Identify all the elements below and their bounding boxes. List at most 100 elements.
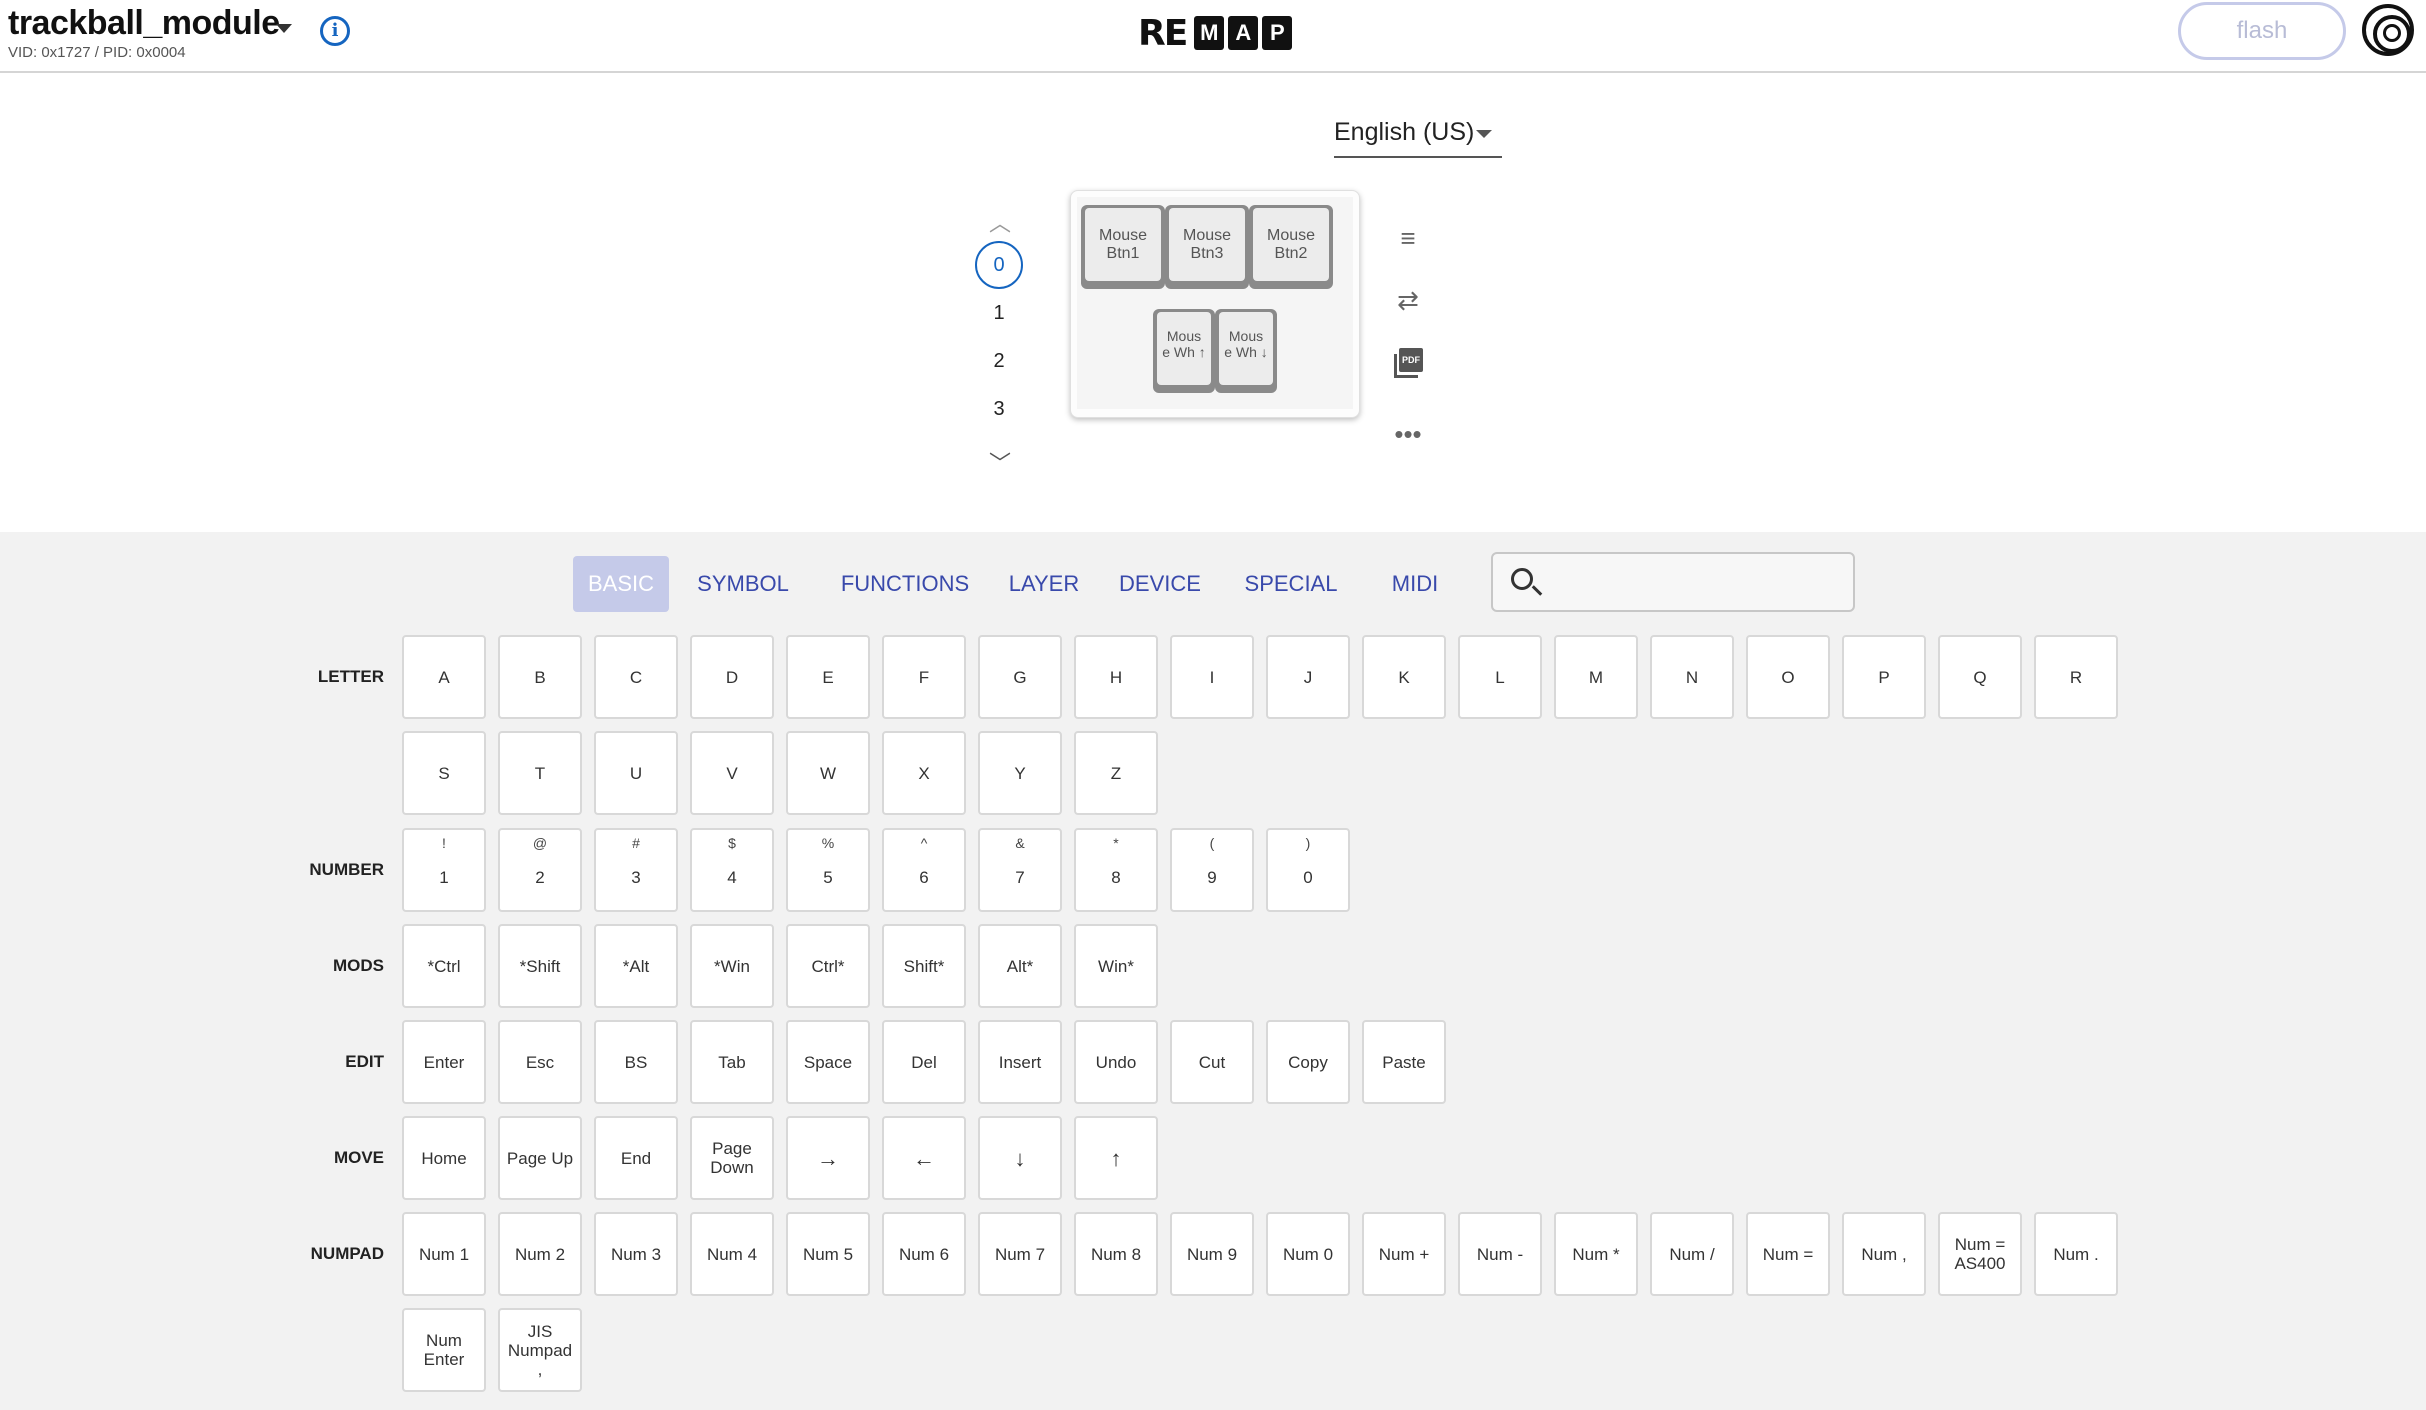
tab-functions[interactable]: FUNCTIONS xyxy=(837,556,973,612)
keyboard-dropdown-icon[interactable] xyxy=(276,24,292,33)
keycode-key[interactable]: *Ctrl xyxy=(402,924,486,1008)
keycode-key[interactable]: @2 xyxy=(498,828,582,912)
keycode-key[interactable]: Enter xyxy=(402,1020,486,1104)
keycode-key[interactable]: S xyxy=(402,731,486,815)
keycode-key[interactable]: W xyxy=(786,731,870,815)
keycode-key[interactable]: Num 0 xyxy=(1266,1212,1350,1296)
keymap-key-mouse-btn2[interactable]: Mouse Btn2 xyxy=(1249,205,1333,289)
tab-device[interactable]: DEVICE xyxy=(1113,556,1207,612)
keycode-key[interactable]: Alt* xyxy=(978,924,1062,1008)
keycode-key[interactable]: J xyxy=(1266,635,1350,719)
keycode-key[interactable]: *Shift xyxy=(498,924,582,1008)
keymap-key-mouse-btn1[interactable]: Mouse Btn1 xyxy=(1081,205,1165,289)
keycode-key[interactable]: M xyxy=(1554,635,1638,719)
keycode-key[interactable]: Num 8 xyxy=(1074,1212,1158,1296)
keymap-key-mouse-btn3[interactable]: Mouse Btn3 xyxy=(1165,205,1249,289)
keycode-key[interactable]: *Win xyxy=(690,924,774,1008)
language-select[interactable]: English (US) xyxy=(1334,112,1502,158)
keycode-key[interactable]: JIS Numpad , xyxy=(498,1308,582,1392)
keycode-key[interactable]: → xyxy=(786,1116,870,1200)
keycode-key[interactable]: V xyxy=(690,731,774,815)
keycode-key[interactable]: Esc xyxy=(498,1020,582,1104)
keycode-key[interactable]: Num 4 xyxy=(690,1212,774,1296)
keycode-key[interactable]: O xyxy=(1746,635,1830,719)
keycode-key[interactable]: Del xyxy=(882,1020,966,1104)
tab-midi[interactable]: MIDI xyxy=(1381,556,1449,612)
keycode-key[interactable]: R xyxy=(2034,635,2118,719)
keycode-key[interactable]: #3 xyxy=(594,828,678,912)
keycode-key[interactable]: U xyxy=(594,731,678,815)
keycode-key[interactable]: Page Up xyxy=(498,1116,582,1200)
keycode-key[interactable]: Space xyxy=(786,1020,870,1104)
keycode-key[interactable]: P xyxy=(1842,635,1926,719)
keycode-key[interactable]: Num 9 xyxy=(1170,1212,1254,1296)
keycode-key[interactable]: C xyxy=(594,635,678,719)
keycode-key[interactable]: Num 7 xyxy=(978,1212,1062,1296)
keycode-key[interactable]: Num , xyxy=(1842,1212,1926,1296)
keycode-key[interactable]: ^ 6 xyxy=(882,828,966,912)
keycode-key[interactable]: B xyxy=(498,635,582,719)
keycode-search-input[interactable] xyxy=(1491,552,1855,612)
keycode-key[interactable]: Undo xyxy=(1074,1020,1158,1104)
keycode-key[interactable]: F xyxy=(882,635,966,719)
info-icon[interactable]: i xyxy=(320,16,350,46)
keycode-key[interactable]: ← xyxy=(882,1116,966,1200)
keycode-key[interactable]: & 7 xyxy=(978,828,1062,912)
layer-item-1[interactable]: 1 xyxy=(975,289,1023,337)
keycode-key[interactable]: Num 1 xyxy=(402,1212,486,1296)
keycode-key[interactable]: I xyxy=(1170,635,1254,719)
more-options-icon[interactable]: ••• xyxy=(1392,418,1424,450)
keycode-key[interactable]: Num = AS400 xyxy=(1938,1212,2022,1296)
keycode-key[interactable]: H xyxy=(1074,635,1158,719)
keycode-key[interactable]: Num . xyxy=(2034,1212,2118,1296)
keycode-key[interactable]: $4 xyxy=(690,828,774,912)
keycode-key[interactable]: Num * xyxy=(1554,1212,1638,1296)
keycode-key[interactable]: Cut xyxy=(1170,1020,1254,1104)
layout-options-icon[interactable]: ≡ xyxy=(1392,222,1424,254)
keycode-key[interactable]: Z xyxy=(1074,731,1158,815)
keycode-key[interactable]: K xyxy=(1362,635,1446,719)
layer-item-2[interactable]: 2 xyxy=(975,337,1023,385)
keycode-key[interactable]: * 8 xyxy=(1074,828,1158,912)
keycode-key[interactable]: Tab xyxy=(690,1020,774,1104)
keycode-key[interactable]: N xyxy=(1650,635,1734,719)
layer-down-chevron-icon[interactable]: ﹀ xyxy=(988,446,1012,476)
keycode-key[interactable]: Num 5 xyxy=(786,1212,870,1296)
keycode-key[interactable]: Num 6 xyxy=(882,1212,966,1296)
keymap-key-mouse-wheel-up[interactable]: Mous e Wh ↑ xyxy=(1153,309,1215,393)
tab-symbol[interactable]: SYMBOL xyxy=(691,556,795,612)
keycode-key[interactable]: Shift* xyxy=(882,924,966,1008)
keymap-key-mouse-wheel-down[interactable]: Mous e Wh ↓ xyxy=(1215,309,1277,393)
keycode-key[interactable]: T xyxy=(498,731,582,815)
tab-layer[interactable]: LAYER xyxy=(1001,556,1087,612)
keycode-key[interactable]: G xyxy=(978,635,1062,719)
keycode-key[interactable]: L xyxy=(1458,635,1542,719)
keycode-key[interactable]: E xyxy=(786,635,870,719)
keycode-key[interactable]: Num 2 xyxy=(498,1212,582,1296)
keycode-key[interactable]: Paste xyxy=(1362,1020,1446,1104)
keycode-key[interactable]: Win* xyxy=(1074,924,1158,1008)
keycode-key[interactable]: Num / xyxy=(1650,1212,1734,1296)
keycode-key[interactable]: ) 0 xyxy=(1266,828,1350,912)
keycode-key[interactable]: ! 1 xyxy=(402,828,486,912)
keycode-key[interactable]: D xyxy=(690,635,774,719)
keycode-key[interactable]: Insert xyxy=(978,1020,1062,1104)
keycode-key[interactable]: *Alt xyxy=(594,924,678,1008)
pdf-export-icon[interactable]: PDF xyxy=(1394,348,1423,378)
keycode-key[interactable]: End xyxy=(594,1116,678,1200)
keycode-key[interactable]: Home xyxy=(402,1116,486,1200)
swap-arrows-icon[interactable]: ⇄ xyxy=(1392,284,1424,316)
layer-item-3[interactable]: 3 xyxy=(975,385,1023,433)
keycode-key[interactable]: Num = xyxy=(1746,1212,1830,1296)
account-icon[interactable] xyxy=(2362,4,2414,56)
keycode-key[interactable]: ↑ xyxy=(1074,1116,1158,1200)
layer-up-chevron-icon[interactable]: ︿ xyxy=(988,206,1012,236)
keycode-key[interactable]: Num Enter xyxy=(402,1308,486,1392)
keycode-key[interactable]: Copy xyxy=(1266,1020,1350,1104)
tab-basic[interactable]: BASIC xyxy=(573,556,669,612)
keycode-key[interactable]: % 5 xyxy=(786,828,870,912)
keycode-key[interactable]: Page Down xyxy=(690,1116,774,1200)
keycode-key[interactable]: Num - xyxy=(1458,1212,1542,1296)
keycode-key[interactable]: X xyxy=(882,731,966,815)
keycode-key[interactable]: Ctrl* xyxy=(786,924,870,1008)
